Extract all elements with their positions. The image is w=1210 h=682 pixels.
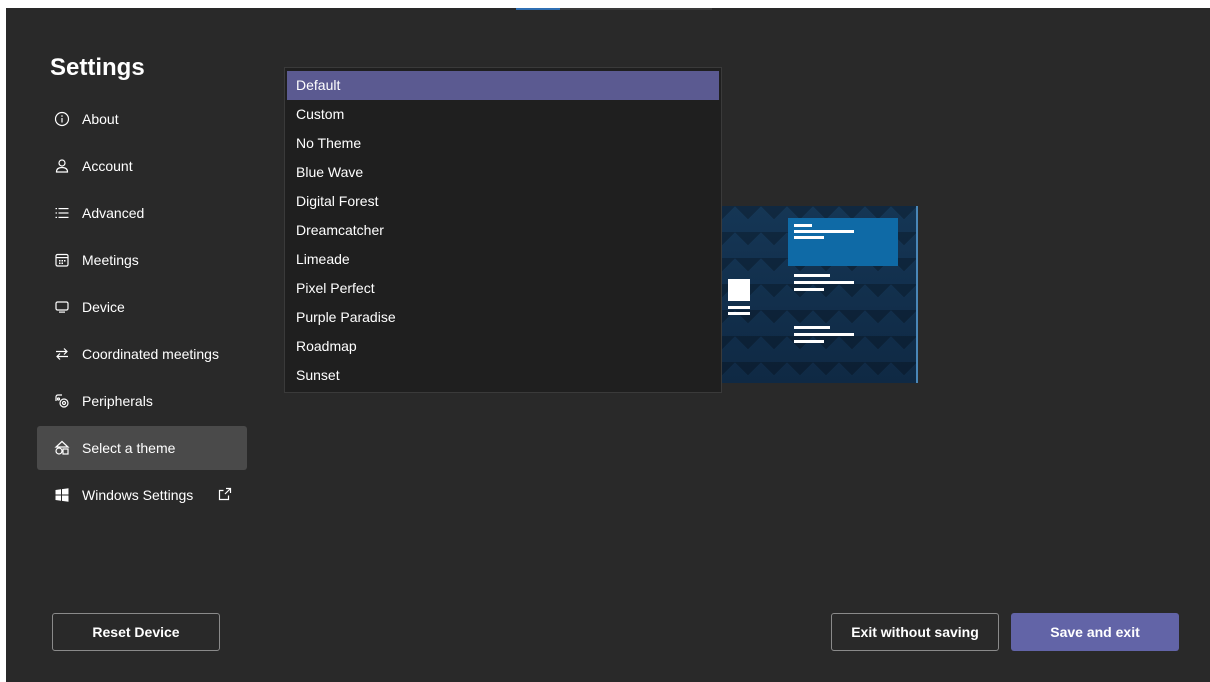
page-title: Settings: [50, 54, 145, 81]
theme-preview-image: [722, 206, 918, 383]
theme-option-pixel-perfect[interactable]: Pixel Perfect: [287, 274, 719, 303]
shapes-icon: [53, 439, 71, 457]
nav-item-meetings[interactable]: Meetings: [37, 238, 247, 282]
nav-item-advanced[interactable]: Advanced: [37, 191, 247, 235]
nav-item-label: Windows Settings: [82, 487, 194, 503]
settings-window: Settings About Account Advanced Meetings: [6, 8, 1210, 682]
peripherals-icon: [53, 392, 71, 410]
exit-without-saving-button[interactable]: Exit without saving: [831, 613, 999, 651]
nav-item-label: Select a theme: [82, 440, 176, 456]
nav-item-about[interactable]: About: [37, 97, 247, 141]
theme-option-digital-forest[interactable]: Digital Forest: [287, 187, 719, 216]
nav-item-label: Account: [82, 158, 133, 174]
monitor-icon: [53, 298, 71, 316]
preview-box: [728, 279, 750, 301]
list-icon: [53, 204, 71, 222]
theme-option-custom[interactable]: Custom: [287, 100, 719, 129]
theme-option-dreamcatcher[interactable]: Dreamcatcher: [287, 216, 719, 245]
nav-item-peripherals[interactable]: Peripherals: [37, 379, 247, 423]
theme-option-blue-wave[interactable]: Blue Wave: [287, 158, 719, 187]
reset-device-button[interactable]: Reset Device: [52, 613, 220, 651]
top-accent-bar: [516, 8, 712, 10]
save-and-exit-button[interactable]: Save and exit: [1011, 613, 1179, 651]
nav-item-coordinated-meetings[interactable]: Coordinated meetings: [37, 332, 247, 376]
nav-item-label: About: [82, 111, 119, 127]
windows-logo-icon: [53, 486, 71, 504]
nav-item-label: Coordinated meetings: [82, 346, 219, 362]
theme-option-purple-paradise[interactable]: Purple Paradise: [287, 303, 719, 332]
person-icon: [53, 157, 71, 175]
nav-item-account[interactable]: Account: [37, 144, 247, 188]
open-external-icon[interactable]: [217, 486, 233, 502]
theme-option-roadmap[interactable]: Roadmap: [287, 332, 719, 361]
theme-option-sunset[interactable]: Sunset: [287, 361, 719, 390]
nav-item-label: Device: [82, 299, 125, 315]
info-icon: [53, 110, 71, 128]
nav-item-label: Peripherals: [82, 393, 153, 409]
theme-option-limeade[interactable]: Limeade: [287, 245, 719, 274]
nav-item-windows-settings[interactable]: Windows Settings: [37, 473, 247, 517]
swap-arrows-icon: [53, 345, 71, 363]
theme-option-no-theme[interactable]: No Theme: [287, 129, 719, 158]
nav-item-label: Advanced: [82, 205, 145, 221]
theme-option-default[interactable]: Default: [287, 71, 719, 100]
calendar-icon: [53, 251, 71, 269]
nav-item-label: Meetings: [82, 252, 139, 268]
settings-nav: About Account Advanced Meetings Device C…: [37, 97, 247, 520]
nav-item-device[interactable]: Device: [37, 285, 247, 329]
theme-dropdown-list[interactable]: Default Custom No Theme Blue Wave Digita…: [284, 67, 722, 393]
nav-item-select-a-theme[interactable]: Select a theme: [37, 426, 247, 470]
